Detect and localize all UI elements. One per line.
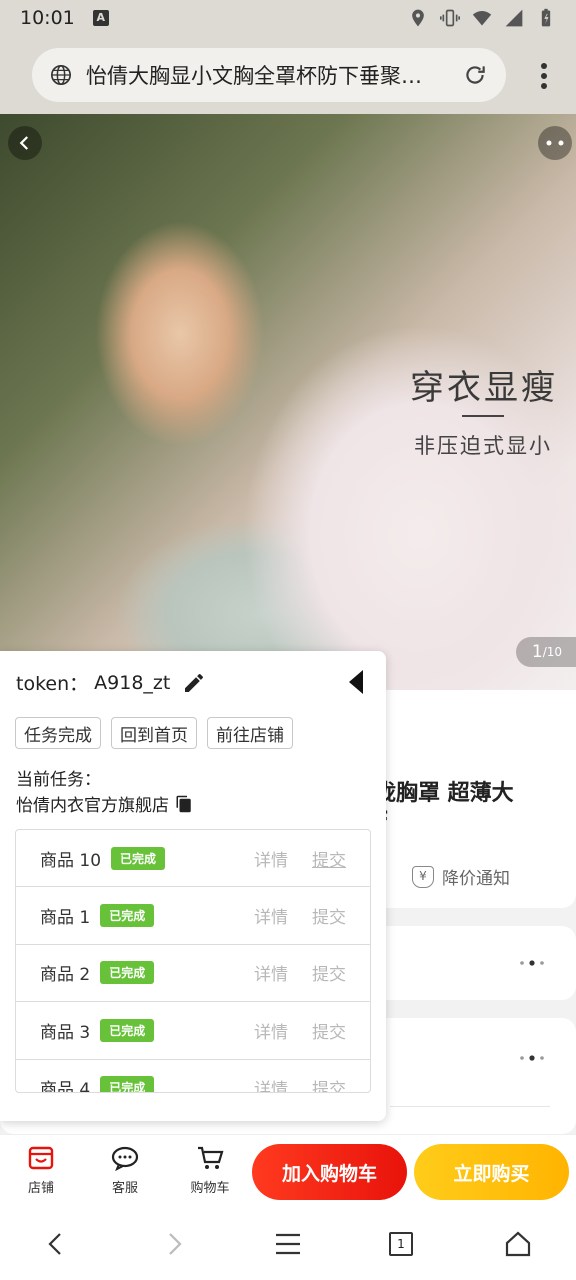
tabs-button[interactable]: 1	[389, 1232, 413, 1256]
current-shop-name: 怡倩内衣官方旗舰店	[16, 796, 169, 816]
list-item: 商品 3 已完成 详情 提交	[16, 1002, 370, 1060]
current-task-label: 当前任务：	[16, 770, 101, 790]
current-shop: 怡倩内衣官方旗舰店	[16, 791, 193, 816]
list-item: 商品 1 已完成 详情 提交	[16, 887, 370, 945]
battery-icon	[541, 8, 551, 27]
browser-toolbar: 怡倩大胸显小文胸全罩杯防下垂聚…	[0, 36, 576, 114]
status-badge: 已完成	[100, 904, 155, 928]
price-notice-label: 降价通知	[442, 869, 510, 889]
detail-link[interactable]: 详情	[254, 846, 288, 871]
detail-link[interactable]: 详情	[254, 1075, 288, 1092]
item-name: 商品 3	[40, 1022, 91, 1043]
status-badge: 已完成	[100, 1018, 155, 1042]
page-current: 1	[531, 642, 543, 662]
detail-link[interactable]: 详情	[254, 903, 288, 928]
notification-a-icon: A	[92, 10, 109, 26]
more-dots-icon	[546, 140, 564, 146]
clock: 10:01	[20, 7, 75, 29]
status-badge: 已完成	[100, 1076, 155, 1092]
item-name: 商品 2	[40, 965, 91, 986]
divider	[390, 1106, 550, 1107]
price-notice-button[interactable]: ¥ 降价通知	[412, 864, 510, 889]
product-title-fragment: 拢胸罩 超薄大	[374, 781, 514, 806]
cart-button[interactable]: 购物车	[180, 1143, 240, 1196]
copy-icon[interactable]	[175, 795, 193, 813]
slogan-divider	[462, 415, 504, 417]
detail-link[interactable]: 详情	[254, 1018, 288, 1043]
forward-icon[interactable]	[160, 1230, 188, 1258]
shop-label: 店铺	[27, 1181, 54, 1196]
page-total: /10	[542, 645, 563, 659]
globe-icon	[51, 65, 71, 85]
token-value: A918_zt	[94, 671, 171, 694]
add-to-cart-button[interactable]: 加入购物车	[252, 1144, 407, 1200]
submit-link[interactable]: 提交	[312, 903, 346, 928]
detail-link[interactable]: 详情	[254, 960, 288, 985]
buy-now-button[interactable]: 立即购买	[414, 1144, 569, 1200]
submit-link[interactable]: 提交	[312, 960, 346, 985]
task-panel: token： A918_zt 任务完成 回到首页 前往店铺 当前任务： 怡倩内衣…	[0, 651, 386, 1121]
system-navigation-bar: 1	[0, 1206, 576, 1280]
back-button[interactable]	[8, 126, 42, 160]
service-label: 客服	[111, 1181, 138, 1196]
item-name: 商品 10	[40, 850, 102, 871]
item-name: 商品 1	[40, 908, 91, 929]
address-bar[interactable]: 怡倩大胸显小文胸全罩杯防下垂聚…	[32, 48, 506, 102]
collapse-panel-icon[interactable]	[347, 668, 365, 696]
vibrate-icon	[440, 9, 460, 27]
shop-icon	[28, 1146, 54, 1170]
customer-service-button[interactable]: 客服	[95, 1143, 155, 1196]
wifi-icon	[472, 11, 492, 26]
more-button[interactable]	[538, 126, 572, 160]
url-title[interactable]: 怡倩大胸显小文胸全罩杯防下垂聚…	[86, 60, 446, 90]
cart-icon	[198, 1146, 224, 1169]
more-dots-icon	[520, 1055, 544, 1061]
product-image-carousel[interactable]: 穿衣显瘦 非压迫式显小 1/10	[0, 114, 576, 690]
go-to-shop-button[interactable]: 前往店铺	[207, 717, 293, 749]
task-item-list[interactable]: 商品 10 已完成 详情 提交 商品 1 已完成 详情 提交 商品 2 已完成 …	[15, 829, 371, 1093]
shop-button[interactable]: 店铺	[11, 1143, 71, 1196]
hero-slogan-main: 穿衣显瘦	[410, 368, 558, 408]
home-icon[interactable]	[504, 1230, 532, 1258]
submit-link[interactable]: 提交	[312, 1018, 346, 1043]
overflow-menu-icon[interactable]	[540, 62, 548, 90]
cart-label: 购物车	[190, 1181, 230, 1196]
list-item: 商品 10 已完成 详情 提交	[16, 830, 370, 888]
submit-link[interactable]: 提交	[312, 1075, 346, 1092]
item-name: 商品 4	[40, 1080, 91, 1093]
status-badge: 已完成	[111, 846, 166, 870]
panel-buttons: 任务完成 回到首页 前往店铺	[15, 717, 293, 749]
reload-icon[interactable]	[462, 62, 488, 88]
back-home-button[interactable]: 回到首页	[111, 717, 197, 749]
back-icon[interactable]	[42, 1230, 70, 1258]
price-tag-icon: ¥	[412, 865, 434, 888]
purchase-action-bar: 店铺 客服 购物车 加入购物车 立即购买	[0, 1134, 576, 1206]
chat-icon	[111, 1146, 139, 1172]
hero-slogan-sub: 非压迫式显小	[414, 434, 552, 458]
signal-icon	[505, 9, 523, 27]
menu-icon[interactable]	[274, 1230, 302, 1258]
token-row: token： A918_zt	[16, 669, 206, 696]
chevron-left-icon	[19, 136, 29, 150]
pencil-icon[interactable]	[182, 671, 206, 695]
list-item: 商品 2 已完成 详情 提交	[16, 945, 370, 1003]
status-badge: 已完成	[100, 961, 155, 985]
submit-link[interactable]: 提交	[312, 846, 346, 871]
list-item: 商品 4 已完成 详情 提交	[16, 1060, 370, 1093]
status-bar: 10:01 A	[0, 0, 576, 36]
image-page-indicator: 1/10	[516, 637, 576, 667]
task-complete-button[interactable]: 任务完成	[15, 717, 101, 749]
location-icon	[412, 9, 424, 27]
token-label: token：	[16, 673, 89, 695]
status-icons	[408, 8, 556, 28]
more-dots-icon	[520, 960, 544, 966]
